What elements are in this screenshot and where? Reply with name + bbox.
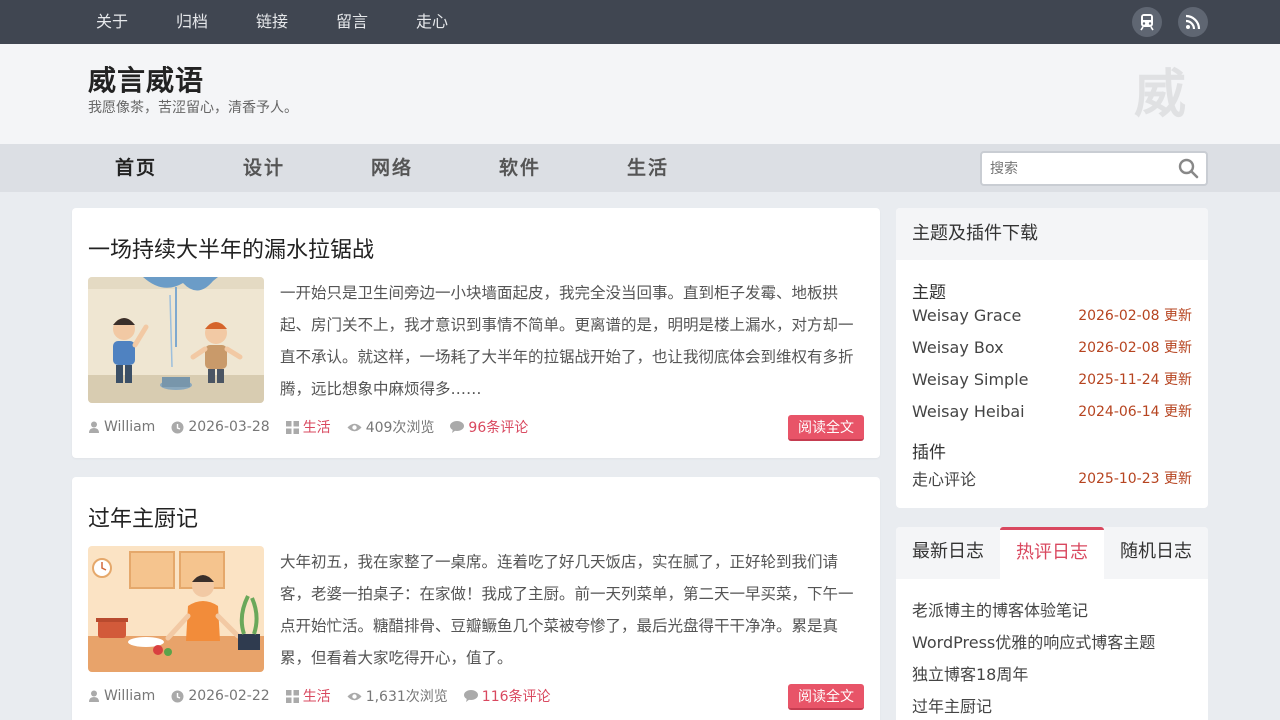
post-thumbnail[interactable] (88, 546, 264, 672)
tab-random[interactable]: 随机日志 (1104, 527, 1208, 579)
theme-row[interactable]: Weisay Heibai 2024-06-14 更新 (912, 401, 1192, 421)
top-icons (1132, 7, 1208, 37)
post-comments[interactable]: 116条评论 (463, 686, 551, 706)
list-item[interactable]: 独立博客18周年 (912, 663, 1155, 695)
theme-row[interactable]: Weisay Box 2026-02-08 更新 (912, 337, 1192, 357)
post-category[interactable]: 生活 (285, 686, 331, 706)
main-nav: 首页 设计 网络 软件 生活 (0, 144, 1280, 192)
hot-post-list: 老派博主的博客体验笔记 WordPress优雅的响应式博客主题 独立博客18周年… (912, 599, 1155, 720)
rss-icon[interactable] (1178, 7, 1208, 37)
top-nav-guestbook[interactable]: 留言 (312, 0, 392, 44)
user-icon (89, 421, 99, 433)
post-category[interactable]: 生活 (285, 417, 331, 437)
category-icon (285, 420, 299, 434)
clock-icon (171, 690, 184, 702)
post-date: 2026-02-22 (171, 688, 270, 704)
post-card: 一场持续大半年的漏水拉锯战 一开始只是卫生间旁边一小块墙面起皮，我完全没当回事。… (72, 208, 880, 458)
theme-row[interactable]: Weisay Simple 2025-11-24 更新 (912, 369, 1192, 389)
comment-icon (463, 690, 478, 702)
nav-life[interactable]: 生活 (584, 144, 712, 192)
list-item[interactable]: 老派博主的博客体验笔记 (912, 599, 1155, 631)
tab-bar: 最新日志 热评日志 随机日志 (896, 527, 1208, 579)
top-nav-archive[interactable]: 归档 (152, 0, 232, 44)
post-date: 2026-03-28 (171, 419, 270, 435)
site-title[interactable]: 威言威语 (88, 59, 204, 99)
post-excerpt: 一开始只是卫生间旁边一小块墙面起皮，我完全没当回事。直到柜子发霉、地板拱起、房门… (280, 284, 854, 398)
post-comments[interactable]: 96条评论 (450, 417, 528, 437)
post-excerpt: 大年初五，我在家整了一桌席。连着吃了好几天饭店，实在腻了，正好轮到我们请客，老婆… (280, 553, 854, 667)
tab-latest[interactable]: 最新日志 (896, 527, 1000, 579)
top-nav: 关于 归档 链接 留言 走心 (72, 0, 472, 44)
post-card: 过年主厨记 大年初五，我在家整了一桌席。连着吃了好几天饭店，实在腻了，正好轮到我… (72, 477, 880, 720)
post-author: William (88, 688, 155, 704)
plugin-row[interactable]: 走心评论 2025-10-23 更新 (912, 466, 1192, 490)
top-bar: 关于 归档 链接 留言 走心 (0, 0, 1280, 44)
clock-icon (171, 421, 184, 433)
themes-label: 主题 (912, 283, 946, 303)
top-nav-links[interactable]: 链接 (232, 0, 312, 44)
theme-row[interactable]: Weisay Grace 2026-02-08 更新 (912, 305, 1192, 325)
search-box (980, 151, 1208, 186)
read-more-button[interactable]: 阅读全文 (788, 415, 864, 441)
top-nav-about[interactable]: 关于 (72, 0, 152, 44)
search-input[interactable] (990, 153, 1170, 184)
post-views: 1,631次浏览 (347, 686, 448, 706)
posts-tabs-widget: 最新日志 热评日志 随机日志 老派博主的博客体验笔记 WordPress优雅的响… (896, 527, 1208, 720)
read-more-button[interactable]: 阅读全文 (788, 684, 864, 710)
list-item[interactable]: WordPress优雅的响应式博客主题 (912, 631, 1155, 663)
widget-title: 主题及插件下载 (896, 208, 1208, 260)
comment-icon (450, 421, 465, 433)
nav-design[interactable]: 设计 (200, 144, 328, 192)
nav-home[interactable]: 首页 (72, 144, 200, 192)
post-author: William (88, 419, 155, 435)
subway-icon[interactable] (1132, 7, 1162, 37)
post-title[interactable]: 一场持续大半年的漏水拉锯战 (88, 232, 374, 264)
top-nav-heart[interactable]: 走心 (392, 0, 472, 44)
category-icon (285, 689, 299, 703)
tab-hot[interactable]: 热评日志 (1000, 527, 1104, 579)
plugins-label: 插件 (912, 443, 946, 463)
eye-icon (347, 692, 362, 700)
eye-icon (347, 423, 362, 431)
post-thumbnail[interactable] (88, 277, 264, 403)
search-icon[interactable] (1178, 158, 1199, 183)
svg-text:威: 威 (1134, 65, 1186, 122)
site-logo: 威 (1130, 62, 1190, 126)
site-description: 我愿像茶，苦涩留心，清香予人。 (88, 100, 298, 116)
site-header: 威言威语 我愿像茶，苦涩留心，清香予人。 威 (0, 44, 1280, 144)
nav-software[interactable]: 软件 (456, 144, 584, 192)
downloads-widget: 主题及插件下载 主题 Weisay Grace 2026-02-08 更新 We… (896, 208, 1208, 508)
nav-network[interactable]: 网络 (328, 144, 456, 192)
post-meta: William 2026-03-28 生活 409次浏览 96条评论 (88, 417, 544, 437)
post-title[interactable]: 过年主厨记 (88, 501, 198, 533)
list-item[interactable]: 过年主厨记 (912, 695, 1155, 720)
post-meta: William 2026-02-22 生活 1,631次浏览 116条评论 (88, 686, 567, 706)
user-icon (89, 690, 99, 702)
post-views: 409次浏览 (347, 417, 434, 437)
